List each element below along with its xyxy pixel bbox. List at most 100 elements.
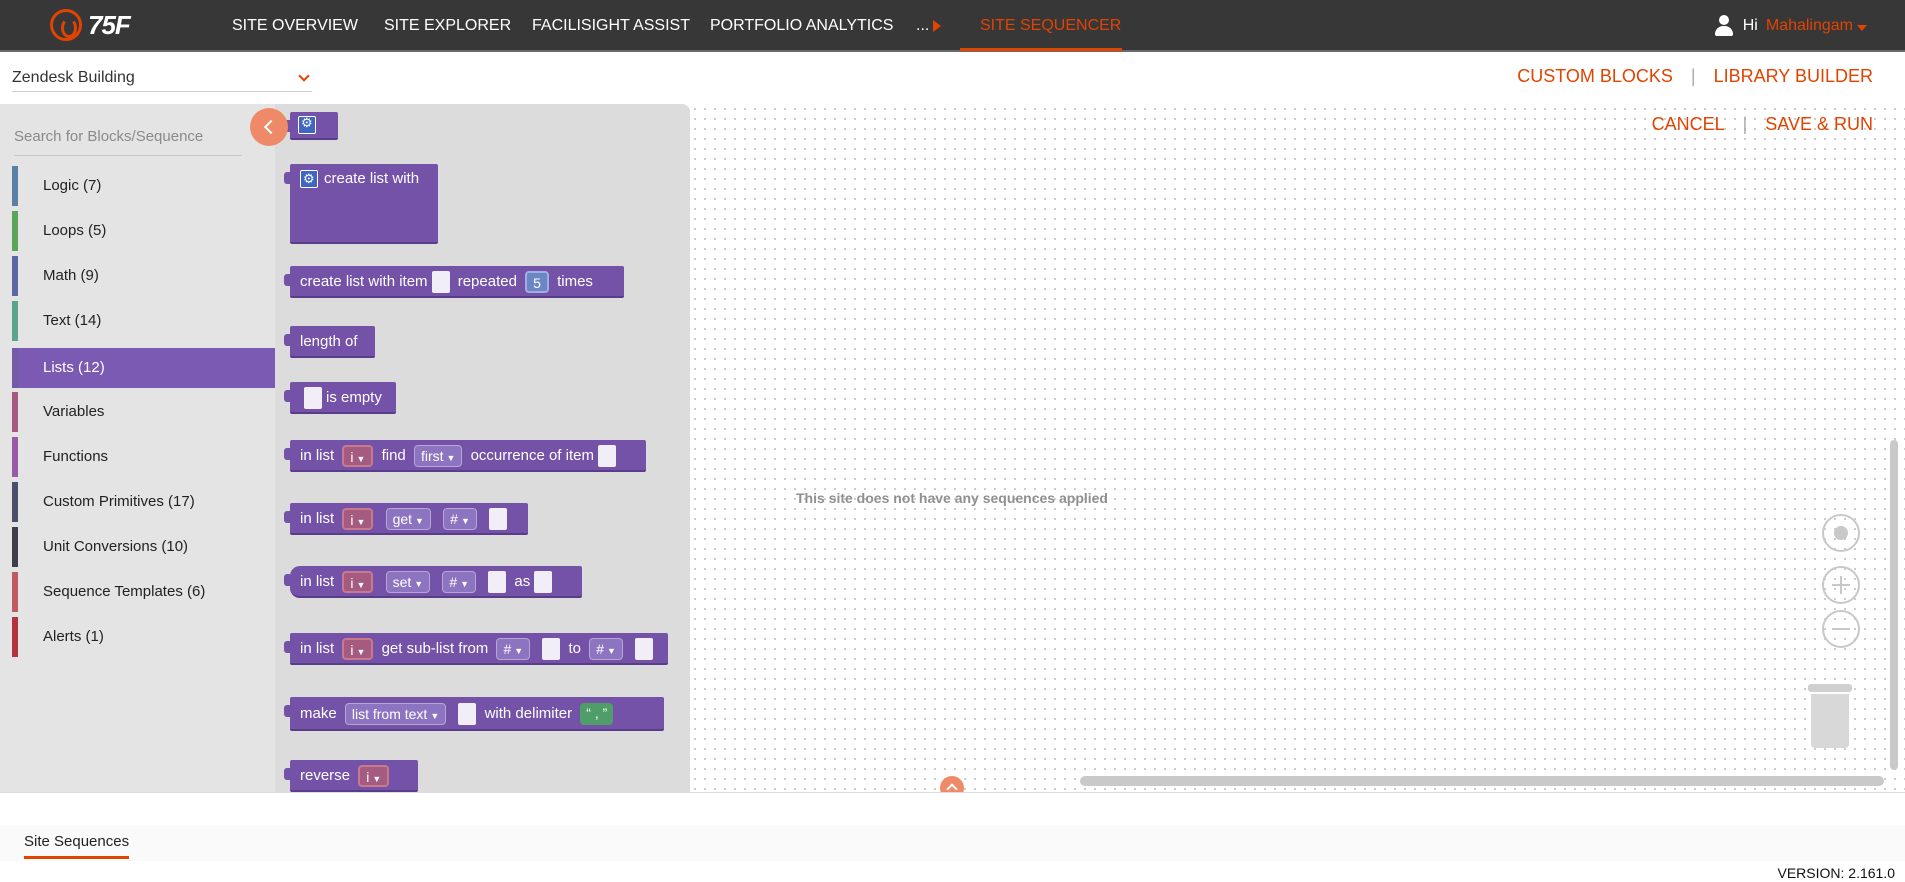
chevron-down-icon [298, 70, 310, 82]
category-variables[interactable]: Variables [12, 392, 275, 432]
block-reverse[interactable]: reverse i ▼ [284, 760, 418, 792]
index-mode-dropdown[interactable]: # ▼ [442, 571, 477, 594]
block-list-set[interactable]: in list i ▼ set ▼ # ▼ as [284, 566, 582, 598]
custom-blocks-link[interactable]: CUSTOM BLOCKS [1517, 66, 1673, 87]
vertical-scrollbar[interactable] [1890, 440, 1898, 770]
variable-dropdown[interactable]: i ▼ [342, 571, 374, 594]
zoom-out-icon[interactable] [1822, 610, 1860, 648]
block-create-list-with[interactable]: create list with [284, 164, 438, 244]
category-functions[interactable]: Functions [12, 437, 275, 477]
block-list-find[interactable]: in list i ▼ find first ▼ occurrence of ite… [284, 440, 646, 472]
nav-site-explorer[interactable]: SITE EXPLORER [384, 0, 511, 52]
category-label: Custom Primitives (17) [43, 493, 195, 510]
nav-more[interactable]: ... [916, 0, 942, 52]
nav-more-label: ... [916, 17, 930, 34]
variable-dropdown[interactable]: i ▼ [342, 508, 374, 531]
delimiter-text-block[interactable]: “ , ” [580, 703, 614, 726]
action-separator: | [1742, 114, 1748, 134]
input-slot[interactable] [534, 571, 553, 594]
variable-name: i [350, 449, 354, 466]
variable-name: i [350, 642, 354, 659]
caret-down-icon: ▼ [414, 579, 424, 590]
dropdown-value: # [450, 511, 458, 528]
variable-dropdown[interactable]: i ▼ [342, 638, 374, 661]
category-text[interactable]: Text (14) [12, 301, 275, 341]
block-label: to [568, 640, 582, 657]
library-builder-link[interactable]: LIBRARY BUILDER [1714, 66, 1873, 87]
input-slot[interactable] [304, 387, 322, 410]
caret-down-icon: ▼ [607, 646, 616, 657]
delimiter-value[interactable]: , [595, 705, 599, 721]
set-mode-dropdown[interactable]: set ▼ [385, 571, 431, 594]
recenter-icon[interactable] [1822, 514, 1860, 552]
block-list-get[interactable]: in list i ▼ get ▼ # ▼ [284, 503, 528, 535]
category-custom-primitives[interactable]: Custom Primitives (17) [12, 482, 275, 522]
cancel-button[interactable]: CANCEL [1652, 114, 1725, 135]
collapse-toolbox-button[interactable] [250, 108, 288, 146]
category-sequence-templates[interactable]: Sequence Templates (6) [12, 572, 275, 612]
input-slot[interactable] [488, 571, 507, 594]
category-color-bar [12, 572, 18, 612]
search-input[interactable]: Search for Blocks/Sequence [14, 122, 242, 156]
input-slot[interactable] [635, 638, 654, 661]
variable-dropdown[interactable]: i ▼ [358, 765, 390, 788]
block-list-empty[interactable] [284, 110, 338, 140]
gear-icon[interactable] [300, 164, 318, 194]
category-math[interactable]: Math (9) [12, 256, 275, 296]
input-slot[interactable] [458, 703, 477, 726]
category-color-bar [12, 166, 18, 206]
variable-dropdown[interactable]: i ▼ [342, 445, 374, 468]
toolbox: Search for Blocks/Sequence Logic (7) Loo… [0, 104, 275, 792]
nav-site-overview[interactable]: SITE OVERVIEW [232, 0, 358, 52]
make-mode-dropdown[interactable]: list from text ▼ [344, 703, 447, 726]
tab-site-sequences[interactable]: Site Sequences [24, 833, 130, 859]
quote-close: ” [602, 705, 608, 722]
input-slot[interactable] [542, 638, 561, 661]
category-color-bar [12, 437, 18, 477]
index-mode-dropdown[interactable]: # ▼ [443, 508, 477, 531]
category-label: Unit Conversions (10) [43, 538, 189, 555]
trash-lid [1808, 684, 1852, 692]
block-is-empty[interactable]: is empty [284, 382, 396, 414]
input-slot[interactable] [597, 445, 616, 468]
user-menu[interactable]: Hi Mahalingam [1714, 0, 1867, 52]
user-icon [1714, 15, 1733, 37]
building-select-value: Zendesk Building [12, 69, 135, 86]
gear-icon[interactable] [298, 110, 316, 136]
caret-down-icon: ▼ [356, 580, 366, 591]
category-lists[interactable]: Lists (12) [12, 348, 275, 388]
category-label: Variables [43, 403, 105, 420]
nav-site-sequencer[interactable]: SITE SEQUENCER [980, 0, 1121, 52]
brand-logo[interactable]: 75F [50, 8, 131, 42]
from-mode-dropdown[interactable]: # ▼ [496, 638, 531, 661]
block-list-sublist[interactable]: in list i ▼ get sub-list from # ▼ to # ▼ [284, 633, 668, 665]
caret-down-icon: ▼ [430, 711, 440, 722]
block-length-of[interactable]: length of [284, 326, 375, 358]
block-label: occurrence of item [470, 447, 594, 464]
blockly-workspace[interactable] [690, 104, 1905, 792]
nav-portfolio-analytics[interactable]: PORTFOLIO ANALYTICS [710, 0, 893, 52]
trash-icon[interactable] [1808, 684, 1852, 748]
block-create-list-repeated[interactable]: create list with item repeated 5 times [284, 266, 624, 298]
block-make-list-from-text[interactable]: make list from text ▼ with delimiter “ , … [284, 697, 664, 731]
active-tab-indicator [960, 48, 1122, 51]
find-mode-dropdown[interactable]: first ▼ [413, 445, 463, 468]
category-loops[interactable]: Loops (5) [12, 211, 275, 251]
get-mode-dropdown[interactable]: get ▼ [385, 508, 431, 531]
input-slot[interactable] [431, 271, 450, 294]
repeat-count-field[interactable]: 5 [525, 271, 549, 294]
zoom-in-icon[interactable] [1822, 566, 1860, 604]
category-logic[interactable]: Logic (7) [12, 166, 275, 206]
save-run-button[interactable]: SAVE & RUN [1765, 114, 1873, 135]
dropdown-value: # [503, 641, 512, 658]
block-label: create list with item [300, 273, 428, 290]
horizontal-scrollbar[interactable] [1080, 776, 1884, 786]
category-unit-conversions[interactable]: Unit Conversions (10) [12, 527, 275, 567]
category-label: Text (14) [43, 312, 102, 329]
category-alerts[interactable]: Alerts (1) [12, 617, 275, 657]
to-mode-dropdown[interactable]: # ▼ [589, 638, 623, 661]
nav-facilisight-assist[interactable]: FACILISIGHT ASSIST [532, 0, 690, 52]
category-label: Math (9) [43, 267, 99, 284]
input-slot[interactable] [489, 508, 508, 531]
building-select[interactable]: Zendesk Building [12, 66, 312, 92]
